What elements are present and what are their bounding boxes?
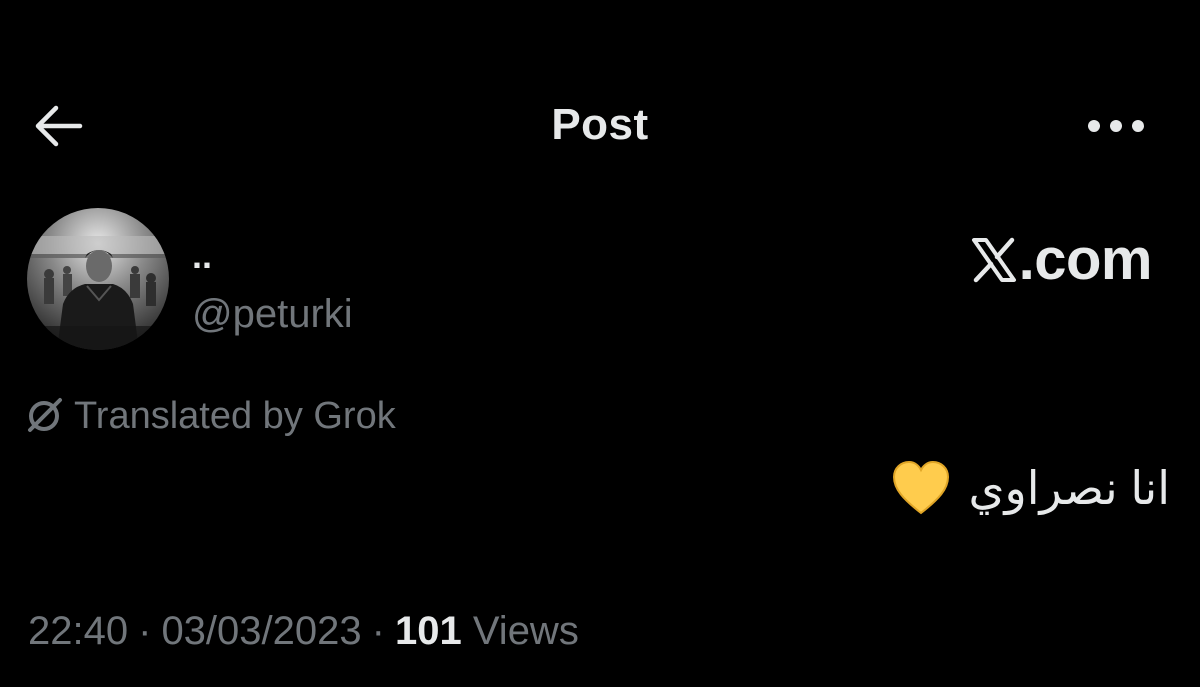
meta-separator: · xyxy=(371,609,385,653)
views-count[interactable]: 101 xyxy=(395,609,462,653)
post-date[interactable]: 03/03/2023 xyxy=(161,609,361,653)
more-options-button[interactable] xyxy=(1082,114,1150,138)
x-logo-icon xyxy=(971,237,1016,283)
translation-notice[interactable]: Translated by Grok xyxy=(26,392,396,440)
top-bar: Post xyxy=(0,80,1200,170)
x-com-watermark: .com xyxy=(971,227,1153,292)
page-title: Post xyxy=(551,100,649,149)
author-display-name[interactable]: .. xyxy=(192,236,212,276)
views-label: Views xyxy=(472,609,579,653)
translation-label: Translated by Grok xyxy=(74,395,396,437)
meta-separator: · xyxy=(138,609,152,653)
grok-icon xyxy=(28,398,62,432)
yellow-heart-icon xyxy=(892,460,949,515)
more-horizontal-icon xyxy=(1088,120,1144,132)
post-body: انا نصراوي xyxy=(891,456,1170,520)
author-handle[interactable]: @peturki xyxy=(192,290,353,338)
post-text: انا نصراوي xyxy=(968,462,1170,514)
post-screen: Post .. @peturki .com Translated by Grok… xyxy=(0,0,1200,687)
post-metadata: 22:40 · 03/03/2023 · 101 Views xyxy=(28,606,579,656)
avatar[interactable] xyxy=(27,208,169,350)
post-time[interactable]: 22:40 xyxy=(28,609,128,653)
watermark-text: .com xyxy=(1018,227,1153,292)
